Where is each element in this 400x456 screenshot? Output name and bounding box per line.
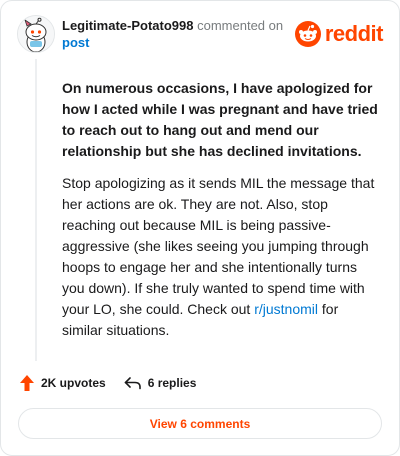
upvote-arrow-icon <box>20 375 34 391</box>
reply-arrow-icon <box>124 377 141 390</box>
comment-actions: 2K upvotes 6 replies <box>19 374 196 392</box>
replies-action[interactable]: 6 replies <box>124 376 197 390</box>
username[interactable]: Legitimate-Potato998 <box>62 18 193 33</box>
subreddit-link[interactable]: r/justnomil <box>254 301 318 317</box>
snoo-avatar-icon <box>18 16 54 52</box>
comment-body: Stop apologizing as it sends MIL the mes… <box>62 173 380 341</box>
comment-text-before-link: Stop apologizing as it sends MIL the mes… <box>62 175 375 317</box>
upvote-count: 2K upvotes <box>41 376 106 390</box>
quoted-text: On numerous occasions, I have apologized… <box>62 80 378 159</box>
thread-line <box>35 59 37 361</box>
reddit-snoo-icon <box>294 21 321 47</box>
reddit-wordmark: reddit <box>324 21 384 46</box>
view-comments-button[interactable]: View 6 comments <box>18 408 382 439</box>
comment-card: Legitimate-Potato998 commented on post r… <box>0 0 400 456</box>
post-link[interactable]: post <box>62 35 89 50</box>
comment-header: Legitimate-Potato998 commented on post <box>62 17 292 51</box>
upvote-action[interactable]: 2K upvotes <box>19 374 106 392</box>
user-avatar[interactable] <box>17 15 55 53</box>
replies-count: 6 replies <box>147 376 197 390</box>
commented-on-label: commented on <box>197 18 284 33</box>
reddit-logo: reddit <box>294 21 384 47</box>
